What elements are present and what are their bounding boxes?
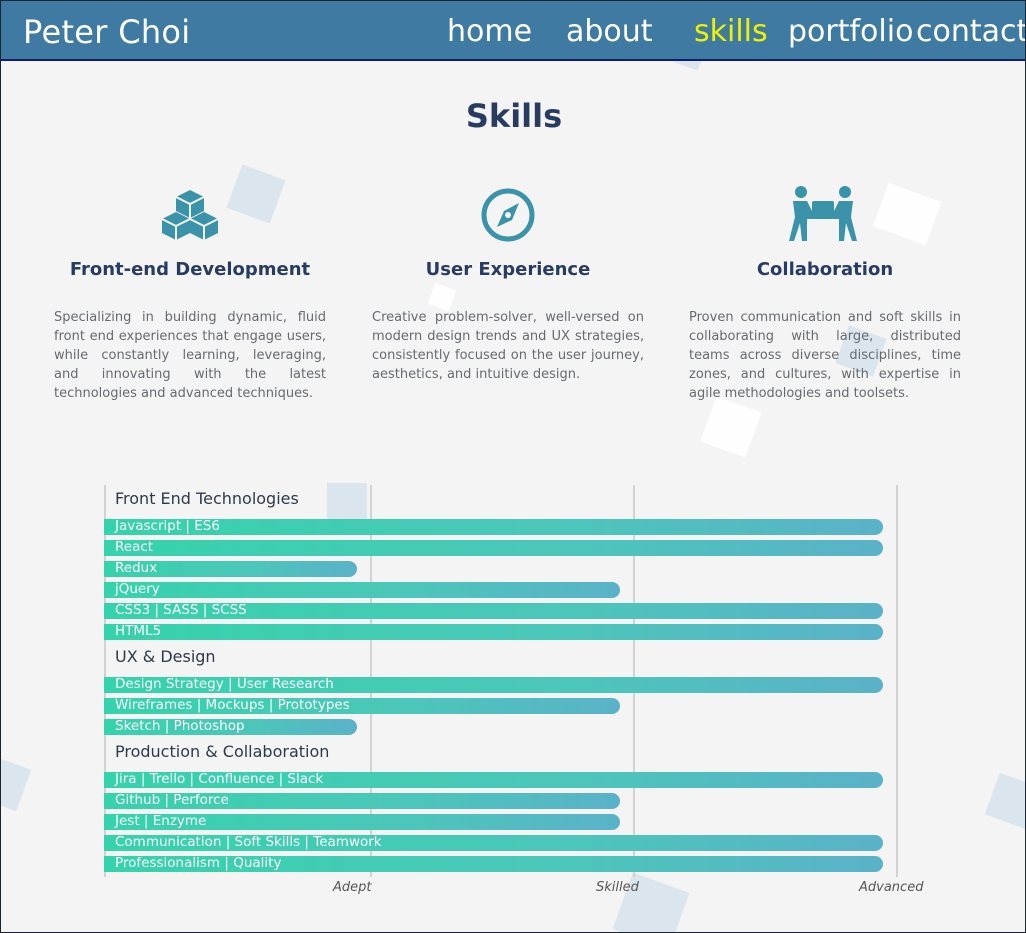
chart-bar: jQuery — [104, 581, 620, 598]
brand-logo[interactable]: Peter Choi — [23, 13, 191, 51]
nav-home[interactable]: home — [447, 14, 532, 49]
skills-bar-chart: Adept Skilled Advanced Front End Technologi… — [104, 485, 923, 905]
chart-bar: Design Strategy | User Research — [104, 676, 883, 693]
chart-bar-label: HTML5 — [115, 623, 162, 639]
chart-bar: Wireframes | Mockups | Prototypes — [104, 697, 620, 714]
chart-tick-label: Adept — [333, 880, 372, 895]
chart-bar-label: Redux — [115, 560, 158, 576]
chart-bar: Sketch | Photoshop — [104, 718, 357, 735]
skill-card-text: Proven communication and soft skills in … — [689, 310, 961, 401]
people-carry-icon — [689, 183, 961, 249]
chart-gridline — [896, 485, 898, 877]
cubes-icon — [54, 183, 326, 249]
chart-bar: Communication | Soft Skills | Teamwork — [104, 834, 883, 851]
chart-category-label: UX & Design — [115, 647, 216, 666]
chart-bar: CSS3 | SASS | SCSS — [104, 602, 883, 619]
skill-card-title: User Experience — [425, 259, 591, 280]
chart-bar-label: Javascript | ES6 — [115, 518, 220, 534]
chart-tick-label: Skilled — [596, 880, 639, 895]
decorative-square — [700, 396, 762, 458]
chart-bar-label: Jira | Trello | Confluence | Slack — [115, 771, 324, 787]
decorative-square — [1, 754, 32, 812]
chart-bar-label: Jest | Enzyme — [115, 813, 207, 829]
chart-bar-label: Professionalism | Quality — [115, 855, 282, 871]
chart-bar-label: Design Strategy | User Research — [115, 676, 334, 692]
decorative-square — [427, 282, 457, 312]
skill-card-text: Specializing in building dynamic, fluid … — [54, 310, 326, 401]
skill-card-title: Collaboration — [756, 259, 894, 280]
nav-skills[interactable]: skills — [694, 14, 768, 49]
nav-contact[interactable]: contact — [916, 14, 1025, 49]
chart-bar-label: React — [115, 539, 154, 555]
decorative-square — [984, 772, 1025, 830]
chart-bar: Jira | Trello | Confluence | Slack — [104, 771, 883, 788]
chart-bar: Github | Perforce — [104, 792, 620, 809]
chart-bar-label: jQuery — [115, 581, 160, 597]
chart-bar: Professionalism | Quality — [104, 855, 883, 872]
skill-card-text: Creative problem-solver, well-versed on … — [372, 310, 644, 382]
skill-card-title: Front-end Development — [69, 259, 311, 280]
nav-about[interactable]: about — [566, 14, 653, 49]
chart-bar: React — [104, 539, 883, 556]
nav-portfolio[interactable]: portfolio — [788, 14, 913, 49]
chart-bar: Jest | Enzyme — [104, 813, 620, 830]
chart-bar: HTML5 — [104, 623, 883, 640]
chart-category-label: Production & Collaboration — [115, 742, 330, 761]
compass-icon — [372, 183, 644, 249]
chart-bar-label: Github | Perforce — [115, 792, 229, 808]
chart-bar: Redux — [104, 560, 357, 577]
chart-bar-label: Communication | Soft Skills | Teamwork — [115, 834, 382, 850]
chart-bar-label: Wireframes | Mockups | Prototypes — [115, 697, 350, 713]
page-title: Skills — [465, 97, 563, 135]
chart-category-label: Front End Technologies — [115, 489, 299, 508]
chart-bar-label: CSS3 | SASS | SCSS — [115, 602, 247, 618]
chart-bar: Javascript | ES6 — [104, 518, 883, 535]
page: Peter Choi home about skills portfolio c… — [0, 0, 1026, 933]
chart-bar-label: Sketch | Photoshop — [115, 718, 245, 734]
chart-tick-label: Advanced — [859, 880, 924, 895]
top-nav-bar: Peter Choi home about skills portfolio c… — [1, 1, 1025, 61]
